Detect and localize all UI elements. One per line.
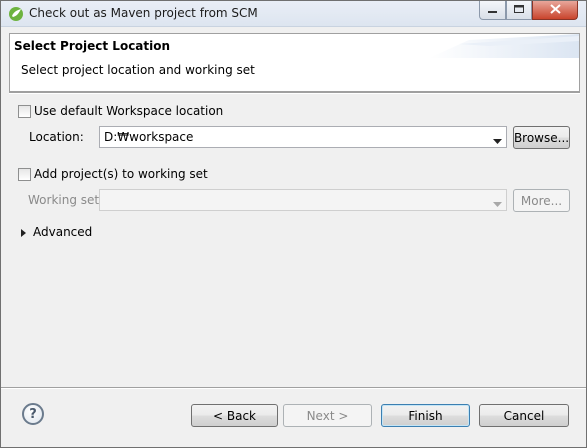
browse-button[interactable]: Browse...: [513, 126, 570, 149]
dropdown-arrow-icon: [493, 134, 502, 144]
title-bar[interactable]: Check out as Maven project from SCM: [1, 1, 586, 27]
back-button[interactable]: < Back: [191, 404, 278, 427]
next-button[interactable]: Next >: [283, 404, 372, 427]
close-icon: [549, 3, 561, 17]
expand-arrow-icon[interactable]: [21, 229, 26, 237]
minimize-button[interactable]: [479, 1, 506, 20]
location-value: D:₩workspace: [104, 130, 194, 144]
help-button[interactable]: ?: [22, 403, 44, 425]
advanced-section-toggle[interactable]: Advanced: [33, 225, 92, 239]
more-button[interactable]: More...: [513, 189, 570, 212]
use-default-workspace-checkbox[interactable]: [18, 105, 31, 118]
close-button[interactable]: [532, 1, 578, 20]
page-description: Select project location and working set: [21, 63, 255, 77]
header-separator: [9, 92, 580, 94]
maximize-icon: [513, 3, 525, 17]
window-title: Check out as Maven project from SCM: [29, 6, 258, 20]
help-icon: ?: [29, 406, 37, 422]
dialog-window: Check out as Maven project from SCM Sele…: [0, 0, 587, 448]
minimize-icon: [487, 3, 498, 17]
maximize-button[interactable]: [506, 1, 532, 20]
page-title: Select Project Location: [14, 39, 171, 53]
header-banner-art: [429, 34, 579, 58]
eclipse-spring-icon: [8, 6, 24, 22]
working-set-combo[interactable]: [99, 189, 507, 211]
dropdown-arrow-icon: [493, 197, 502, 207]
finish-button[interactable]: Finish: [381, 404, 470, 427]
footer-separator: [1, 387, 586, 389]
working-set-label: Working set:: [28, 193, 104, 207]
add-to-working-set-checkbox[interactable]: [18, 168, 31, 181]
location-label: Location:: [29, 130, 84, 144]
add-to-working-set-label: Add project(s) to working set: [34, 167, 208, 181]
wizard-header: Select Project Location Select project l…: [9, 33, 580, 92]
location-combo[interactable]: D:₩workspace: [99, 126, 507, 148]
cancel-button[interactable]: Cancel: [479, 404, 569, 427]
use-default-workspace-label: Use default Workspace location: [34, 104, 224, 118]
